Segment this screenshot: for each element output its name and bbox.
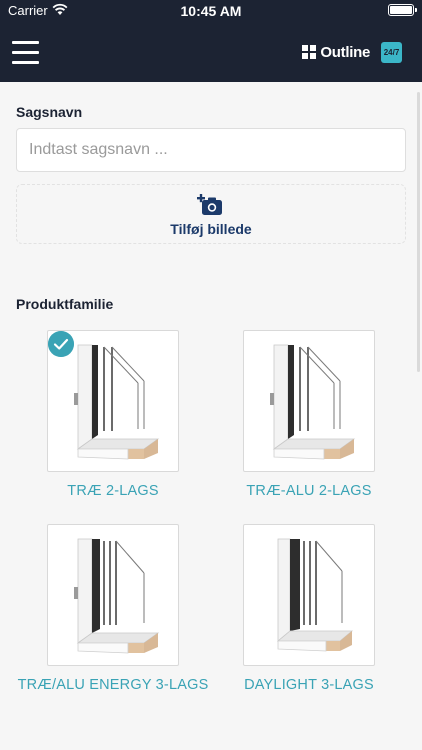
add-photo-button[interactable]: Tilføj billede (16, 184, 406, 244)
product-image-frame (47, 524, 179, 666)
brand-badge: 24/7 (381, 41, 402, 63)
product-family-label: Produktfamilie (16, 296, 114, 312)
window-profile-image (276, 538, 354, 652)
case-name-input[interactable] (16, 128, 406, 172)
brand-name: Outline (320, 43, 370, 61)
selected-check-icon (48, 331, 74, 357)
product-name: TRÆ-ALU 2-LAGS (246, 483, 372, 499)
product-name: TRÆ 2-LAGS (67, 483, 159, 499)
add-camera-icon (197, 194, 222, 215)
product-name: DAYLIGHT 3-LAGS (244, 677, 374, 693)
hamburger-menu-icon[interactable] (12, 38, 40, 66)
brand-logo: Outline 24/7 (302, 41, 402, 63)
logo-grid-icon (302, 45, 317, 59)
add-photo-label: Tilføj billede (170, 221, 252, 237)
battery-icon (388, 4, 417, 16)
top-bar: Carrier 10:45 AM Outline 24/7 (0, 0, 422, 82)
case-name-label: Sagsnavn (16, 104, 83, 120)
product-name: TRÆ/ALU ENERGY 3-LAGS (17, 677, 209, 693)
window-profile-image (270, 344, 356, 460)
scrollbar[interactable] (417, 92, 420, 372)
product-image-frame (243, 330, 375, 472)
product-image-frame (243, 524, 375, 666)
form-content: Sagsnavn Tilføj billede Produktfamilie (0, 82, 422, 750)
clock: 10:45 AM (180, 3, 242, 19)
product-image-frame (47, 330, 179, 472)
window-profile-image (74, 538, 160, 654)
status-bar: Carrier 10:45 AM (0, 0, 422, 22)
